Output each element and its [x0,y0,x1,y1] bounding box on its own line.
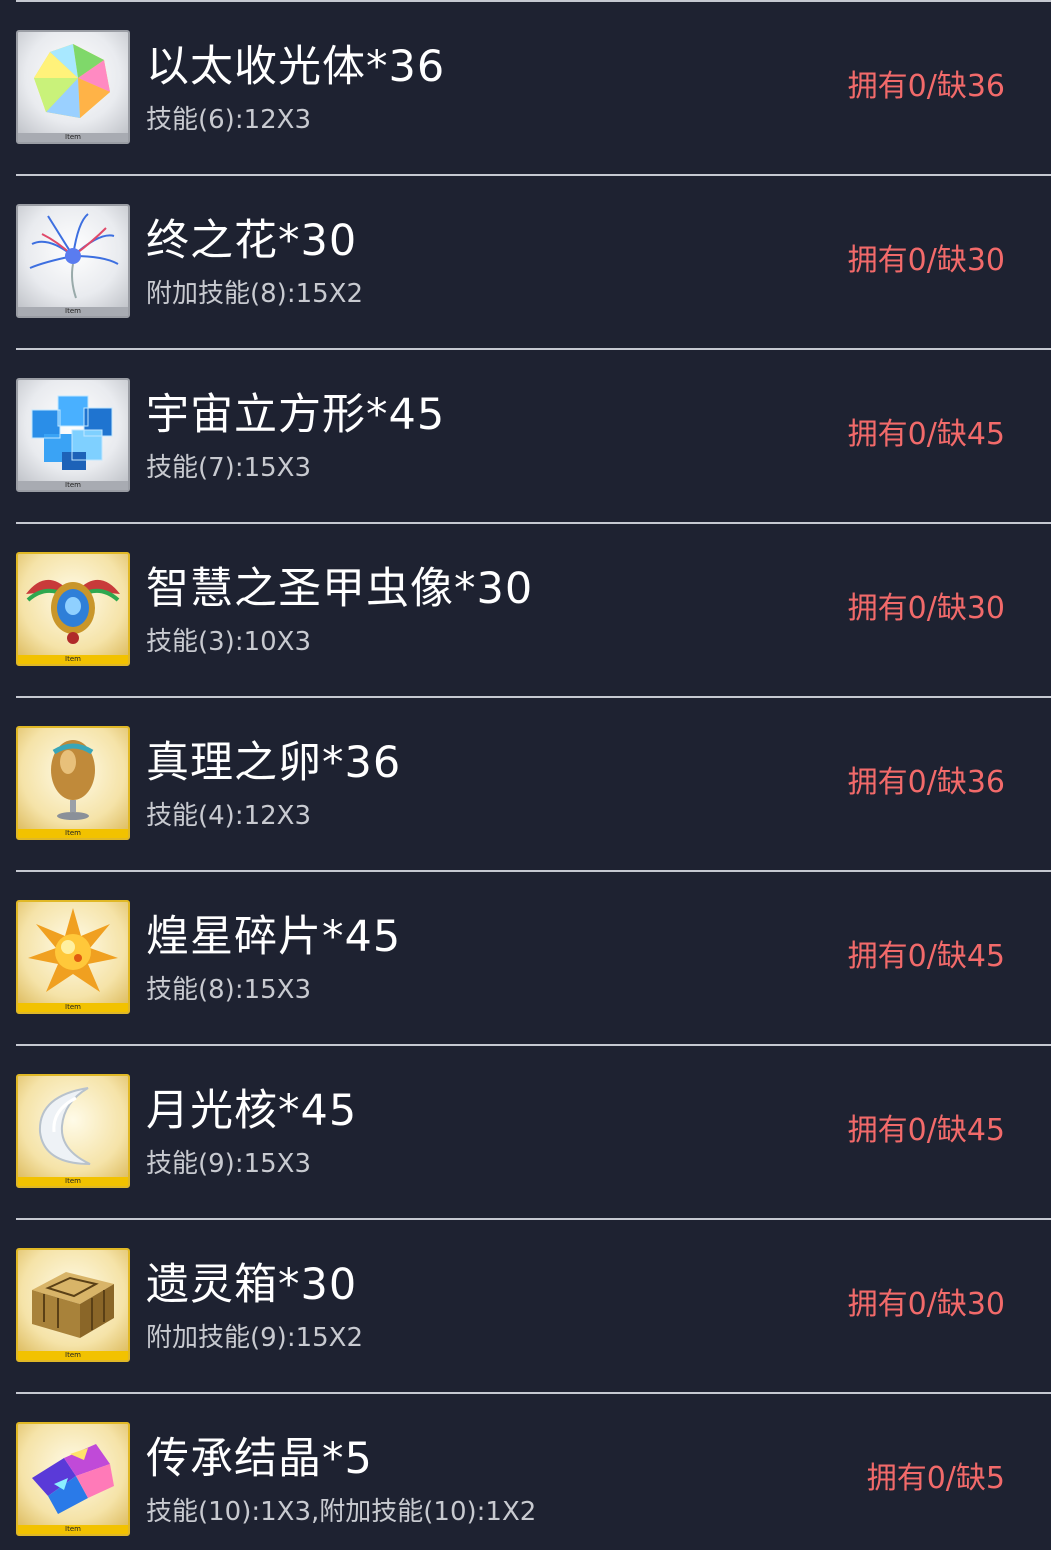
item-ownership-status: 拥有0/缺45 [847,417,1005,452]
item-ownership-status: 拥有0/缺45 [847,939,1005,974]
item-thumbnail: Item [16,900,130,1014]
item-ownership-status: 拥有0/缺36 [847,69,1005,104]
blue-spider-lily-icon [29,213,119,299]
list-item[interactable]: Item 宇宙立方形*45 技能(7):15X3 拥有0/缺45 [0,350,1051,524]
item-skill-usage: 技能(10):1X3,附加技能(10):1X2 [146,1497,537,1527]
item-thumbnail: Item [16,204,130,318]
item-skill-usage: 技能(3):10X3 [146,627,312,657]
item-thumbnail: Item [16,378,130,492]
item-name: 煌星碎片*45 [146,912,402,962]
item-name: 真理之卵*36 [146,738,402,788]
crescent-moon-icon [38,1087,91,1165]
item-thumbnail: Item [16,552,130,666]
item-skill-usage: 技能(9):15X3 [146,1149,312,1179]
golden-egg-icon [51,740,95,820]
item-ownership-status: 拥有0/缺5 [866,1461,1005,1496]
item-name: 以太收光体*36 [146,42,446,92]
item-ownership-status: 拥有0/缺45 [847,1113,1005,1148]
item-skill-usage: 技能(7):15X3 [146,453,312,483]
item-name: 智慧之圣甲虫像*30 [146,564,534,614]
item-ownership-status: 拥有0/缺30 [847,1287,1005,1322]
item-skill-usage: 技能(8):15X3 [146,975,312,1005]
golden-star-icon [28,908,118,992]
item-tag: Item [65,1003,81,1011]
item-thumbnail: Item [16,1422,130,1536]
list-item[interactable]: Item 传承结晶*5 技能(10):1X3,附加技能(10):1X2 拥有0/… [0,1394,1051,1550]
list-item[interactable]: Item 智慧之圣甲虫像*30 技能(3):10X3 拥有0/缺30 [0,524,1051,698]
blue-cube-cluster-icon [31,395,113,470]
list-item[interactable]: Item 真理之卵*36 技能(4):12X3 拥有0/缺36 [0,698,1051,872]
multicolor-crystal-icon [34,44,110,118]
crystal-shard-icon [32,1444,114,1514]
item-tag: Item [65,1351,81,1359]
item-tag: Item [65,655,81,663]
list-item[interactable]: Item 煌星碎片*45 技能(8):15X3 拥有0/缺45 [0,872,1051,1046]
item-tag: Item [65,133,81,141]
item-tag: Item [65,481,81,489]
item-tag: Item [65,829,81,837]
item-name: 传承结晶*5 [146,1434,373,1484]
item-ownership-status: 拥有0/缺36 [847,765,1005,800]
list-item[interactable]: Item 以太收光体*36 技能(6):12X3 拥有0/缺36 [0,2,1051,176]
item-skill-usage: 技能(4):12X3 [146,801,312,831]
item-ownership-status: 拥有0/缺30 [847,591,1005,626]
list-item[interactable]: Item 终之花*30 附加技能(8):15X2 拥有0/缺30 [0,176,1051,350]
item-name: 月光核*45 [146,1086,358,1136]
item-thumbnail: Item [16,1248,130,1362]
item-ownership-status: 拥有0/缺30 [847,243,1005,278]
item-skill-usage: 附加技能(8):15X2 [146,279,364,309]
item-tag: Item [65,1177,81,1185]
list-item[interactable]: Item 遗灵箱*30 附加技能(9):15X2 拥有0/缺30 [0,1220,1051,1394]
item-tag: Item [65,307,81,315]
item-thumbnail: Item [16,726,130,840]
item-name: 遗灵箱*30 [146,1260,358,1310]
item-name: 终之花*30 [146,216,358,266]
item-thumbnail: Item [16,1074,130,1188]
item-thumbnail: Item [16,30,130,144]
item-tag: Item [65,1525,81,1533]
item-skill-usage: 附加技能(9):15X2 [146,1323,364,1353]
scarab-icon [26,579,120,644]
golden-chest-icon [32,1272,114,1338]
item-name: 宇宙立方形*45 [146,390,446,440]
material-list: Item 以太收光体*36 技能(6):12X3 拥有0/缺36 Item 终之… [0,0,1051,1550]
item-skill-usage: 技能(6):12X3 [146,105,312,135]
list-item[interactable]: Item 月光核*45 技能(9):15X3 拥有0/缺45 [0,1046,1051,1220]
